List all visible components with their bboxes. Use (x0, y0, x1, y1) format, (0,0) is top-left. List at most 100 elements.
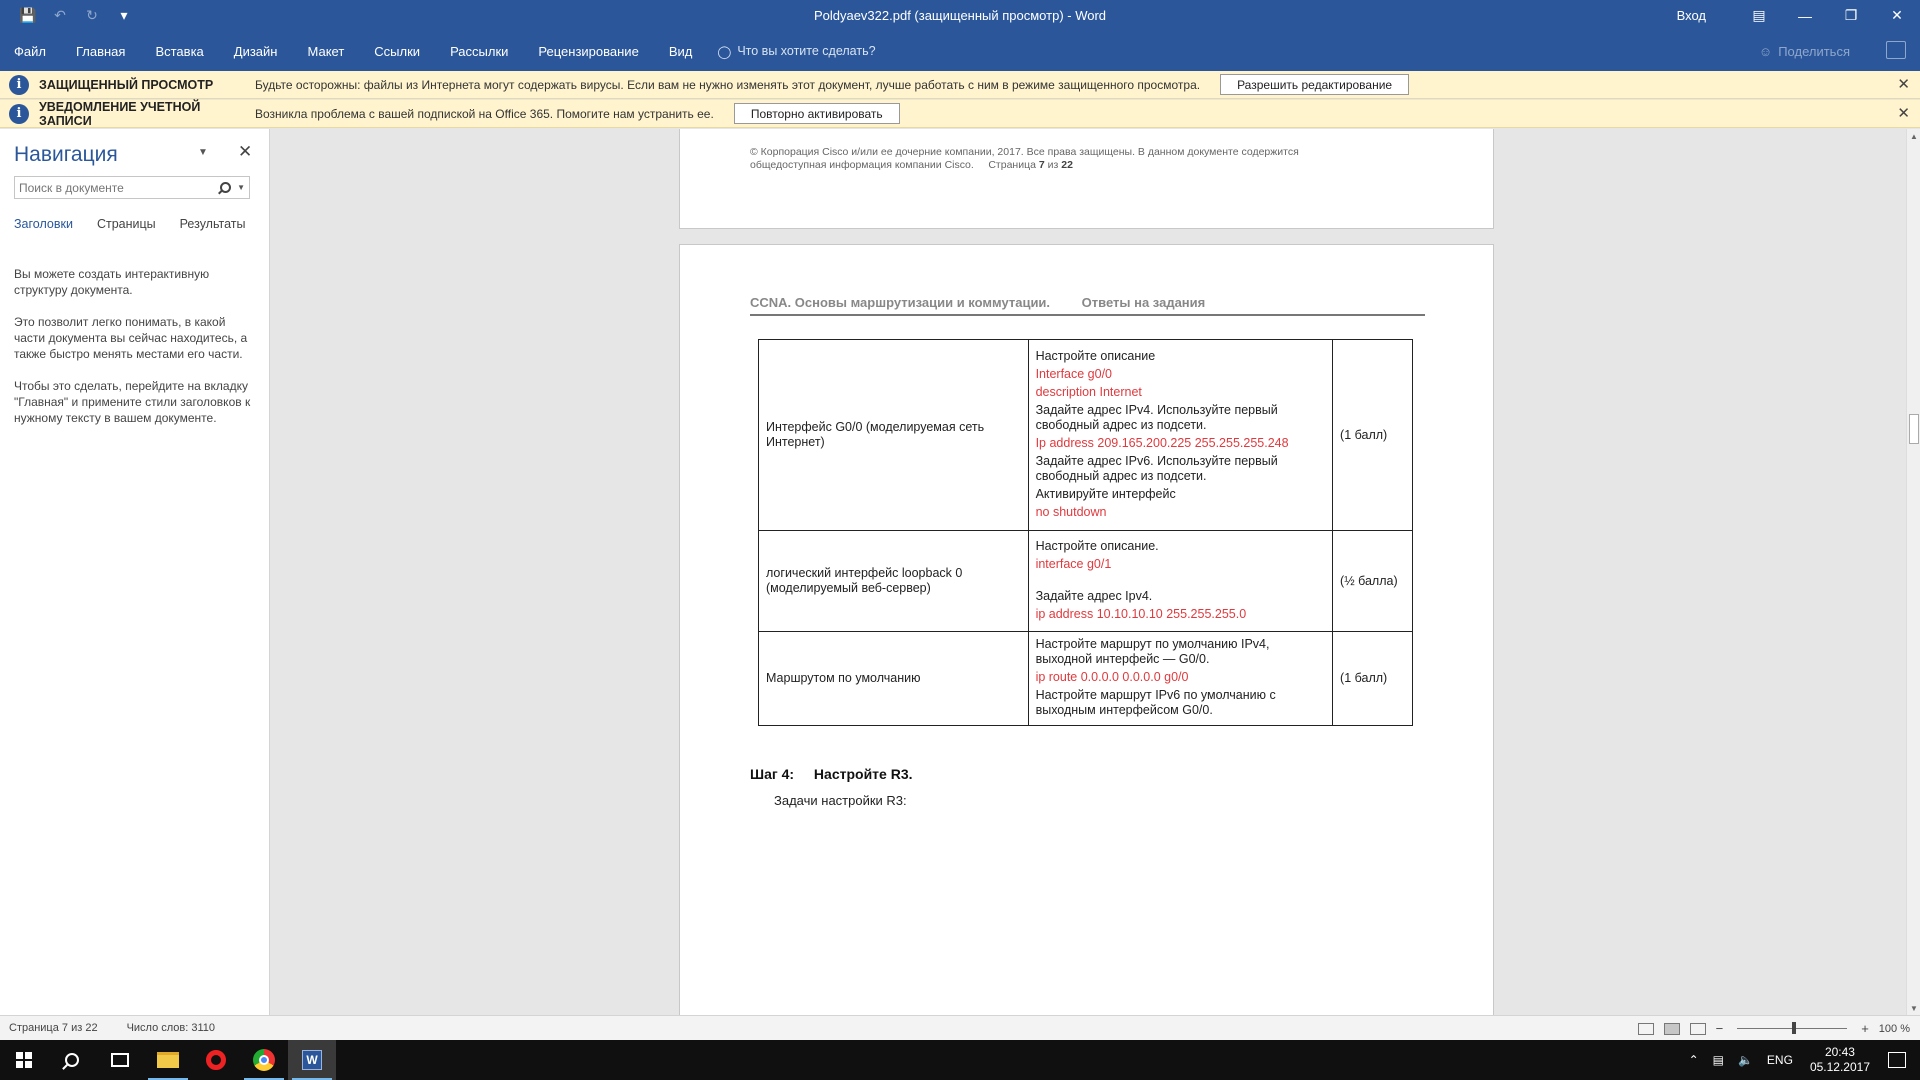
answer-command: description Internet (1035, 384, 1142, 399)
zoom-out-icon[interactable]: − (1716, 1021, 1724, 1036)
account-notification-title: УВЕДОМЛЕНИЕ УЧЕТНОЙ ЗАПИСИ (39, 99, 201, 128)
reactivate-button[interactable]: Повторно активировать (733, 103, 900, 124)
volume-icon[interactable]: 🔈 (1738, 1053, 1753, 1067)
enable-editing-button[interactable]: Разрешить редактирование (1220, 74, 1410, 95)
close-icon[interactable]: ✕ (1897, 104, 1910, 122)
save-icon[interactable]: 💾 (14, 3, 42, 29)
document-area[interactable]: © Корпорация Cisco и/или ее дочерние ком… (271, 129, 1906, 1015)
search-icon (65, 1053, 79, 1067)
step-heading: Шаг 4: Настройте R3. (750, 766, 913, 782)
network-icon[interactable]: ▤ (1713, 1053, 1724, 1067)
tab-file[interactable]: Файл (0, 31, 61, 71)
ribbon-tabs: Файл Главная Вставка Дизайн Макет Ссылки… (0, 31, 1920, 71)
navigation-help-text: Вы можете создать интерактивную структур… (14, 266, 256, 442)
tab-results[interactable]: Результаты (180, 217, 246, 231)
help-paragraph: Чтобы это сделать, перейдите на вкладку … (14, 379, 251, 425)
input-language[interactable]: ENG (1767, 1053, 1793, 1067)
tab-design[interactable]: Дизайн (219, 31, 293, 71)
search-input[interactable] (15, 180, 218, 195)
lightbulb-icon: ◯ (717, 44, 732, 59)
config-item-cell: Интерфейс G0/0 (моделируемая сеть Интерн… (758, 339, 1029, 531)
tell-me-box[interactable]: ◯ Что вы хотите сделать? (707, 44, 875, 59)
protected-view-title: ЗАЩИЩЕННЫЙ ПРОСМОТР (39, 77, 214, 92)
help-paragraph: Это позволит легко понимать, в какой час… (14, 315, 248, 361)
config-item-cell: Маршрутом по умолчанию (758, 631, 1029, 726)
tab-layout[interactable]: Макет (292, 31, 359, 71)
restore-icon[interactable]: ❐ (1828, 0, 1874, 31)
windows-logo-icon (16, 1052, 32, 1068)
clock-time: 20:43 (1824, 1045, 1855, 1059)
instruction-text: Задайте адрес IPv4. Используйте первый с… (1035, 402, 1278, 432)
chevron-down-icon[interactable]: ▼ (237, 183, 245, 192)
web-layout-icon[interactable] (1689, 1022, 1706, 1035)
points-cell: (1 балл) (1332, 339, 1413, 531)
title-bar: 💾 ↶ ↻ ▾ Poldyaev322.pdf (защищенный прос… (0, 0, 1920, 31)
info-icon: i (9, 74, 29, 95)
answer-command: ip route 0.0.0.0 0.0.0.0 g0/0 (1035, 670, 1189, 684)
config-item-cell: логический интерфейс loopback 0 (моделир… (758, 530, 1029, 632)
instruction-text: Настройте описание. (1035, 538, 1159, 553)
chevron-up-icon[interactable]: ⌃ (1689, 1053, 1699, 1067)
zoom-in-icon[interactable]: + (1861, 1021, 1869, 1036)
window-title: Poldyaev322.pdf (защищенный просмотр) - … (813, 8, 1107, 23)
task-view-button[interactable] (96, 1040, 144, 1080)
file-explorer-button[interactable] (144, 1040, 192, 1080)
page-footer: © Корпорация Cisco и/или ее дочерние ком… (750, 146, 1350, 172)
tab-view[interactable]: Вид (654, 31, 708, 71)
zoom-slider-thumb[interactable] (1792, 1022, 1797, 1034)
tab-references[interactable]: Ссылки (359, 31, 435, 71)
account-notification-bar: i УВЕДОМЛЕНИЕ УЧЕТНОЙ ЗАПИСИ Возникла пр… (0, 100, 1920, 128)
tab-headings[interactable]: Заголовки (14, 217, 73, 231)
answer-command: Interface g0/0 (1035, 366, 1113, 381)
share-button[interactable]: ☺ Поделиться (1759, 31, 1850, 71)
table-row: Маршрутом по умолчанию Настройте маршрут … (758, 631, 1413, 726)
clock-date: 05.12.2017 (1809, 1060, 1870, 1074)
close-window-icon[interactable]: ✕ (1874, 0, 1920, 31)
tab-review[interactable]: Рецензирование (523, 31, 653, 71)
footer-info: общедоступная информация компании Cisco. (750, 159, 974, 171)
scroll-thumb[interactable] (1909, 414, 1919, 444)
start-button[interactable] (0, 1040, 48, 1080)
clock[interactable]: 20:43 05.12.2017 (1810, 1045, 1870, 1075)
instruction-text: Активируйте интерфейс (1035, 486, 1176, 501)
customize-toolbar-icon[interactable]: ▾ (110, 3, 138, 29)
chevron-down-icon[interactable]: ▼ (198, 147, 208, 158)
tab-pages[interactable]: Страницы (97, 217, 156, 231)
tab-insert[interactable]: Вставка (140, 31, 218, 71)
comments-icon[interactable] (1886, 41, 1906, 59)
print-layout-icon[interactable] (1663, 1022, 1680, 1035)
opera-button[interactable] (192, 1040, 240, 1080)
page-count[interactable]: Страница 7 из 22 (9, 1022, 98, 1034)
chrome-icon (253, 1049, 275, 1071)
task-view-icon (111, 1053, 129, 1067)
instruction-text: Задайте адрес Ipv4. (1035, 588, 1153, 603)
notifications-icon[interactable] (1888, 1052, 1906, 1068)
status-bar: Страница 7 из 22 Число слов: 3110 − + 10… (0, 1015, 1920, 1040)
zoom-slider[interactable] (1737, 1022, 1848, 1034)
minimize-icon[interactable]: — (1782, 0, 1828, 31)
word-button[interactable]: W (288, 1040, 336, 1080)
points-cell: (½ балла) (1332, 530, 1413, 632)
search-icon[interactable] (217, 181, 232, 195)
read-mode-icon[interactable] (1637, 1022, 1654, 1035)
tab-home[interactable]: Главная (61, 31, 140, 71)
step-label: Шаг 4: (750, 766, 795, 782)
scroll-down-icon[interactable]: ▼ (1907, 1001, 1920, 1015)
scroll-up-icon[interactable]: ▲ (1907, 129, 1920, 143)
config-steps-cell: Настройте маршрут по умолчанию IPv4, вых… (1027, 631, 1334, 726)
signin-link[interactable]: Вход (1677, 8, 1706, 23)
undo-icon[interactable]: ↶ (46, 3, 74, 29)
close-icon[interactable]: ✕ (238, 142, 252, 162)
search-button[interactable] (48, 1040, 96, 1080)
close-icon[interactable]: ✕ (1897, 75, 1910, 93)
vertical-scrollbar[interactable]: ▲ ▼ (1906, 129, 1920, 1015)
quick-access-toolbar: 💾 ↶ ↻ ▾ (0, 3, 138, 29)
word-count[interactable]: Число слов: 3110 (127, 1022, 215, 1034)
chrome-button[interactable] (240, 1040, 288, 1080)
config-steps-cell: Настройте описание Interface g0/0 descript… (1027, 339, 1334, 531)
answer-table: Интерфейс G0/0 (моделируемая сеть Интерн… (758, 339, 1413, 726)
ribbon-display-options-icon[interactable]: ▤ (1736, 0, 1782, 31)
zoom-level[interactable]: 100 % (1879, 1023, 1910, 1035)
tab-mailings[interactable]: Рассылки (435, 31, 523, 71)
redo-icon[interactable]: ↻ (78, 3, 106, 29)
